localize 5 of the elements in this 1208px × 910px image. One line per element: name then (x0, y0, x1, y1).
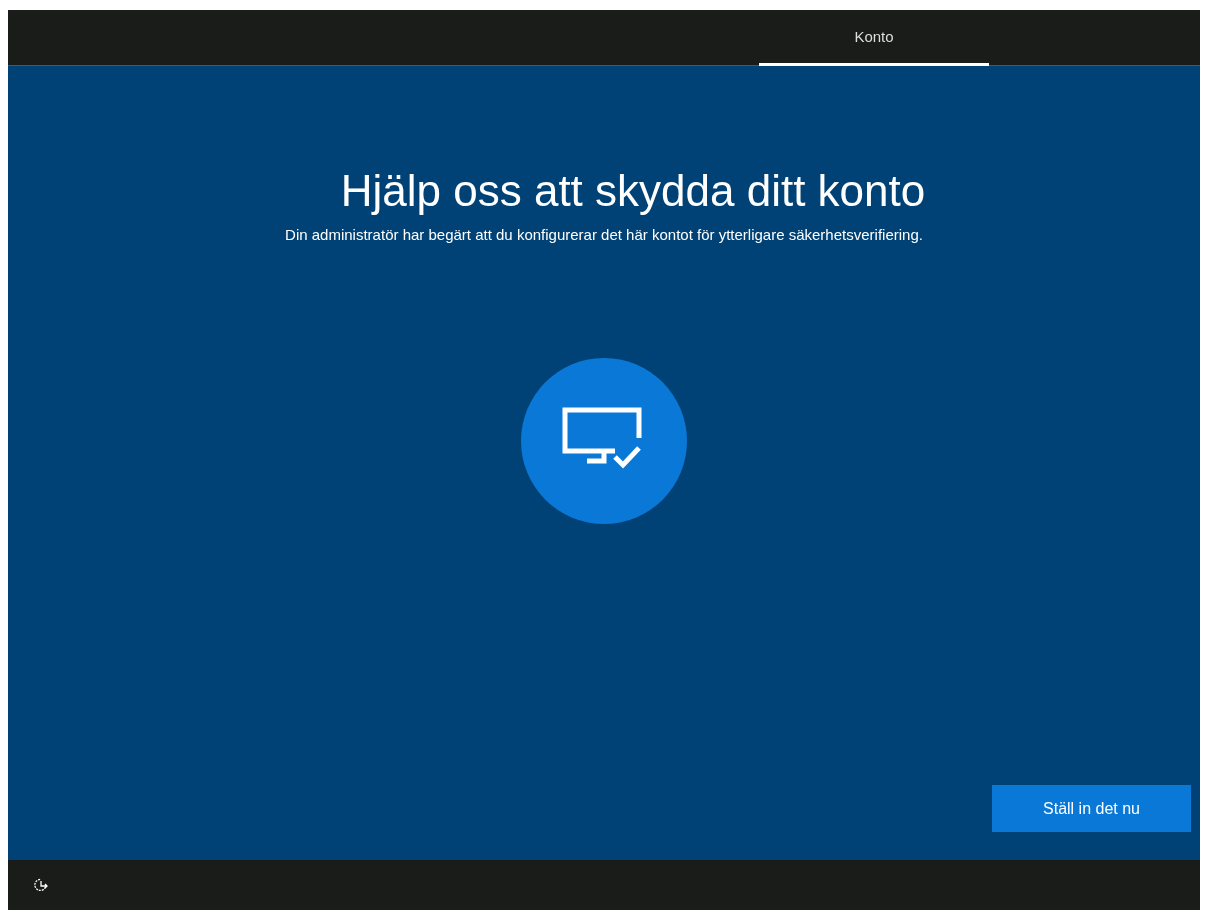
setup-now-button[interactable]: Ställ in det nu (992, 785, 1191, 832)
monitor-check-icon (521, 358, 687, 524)
accessibility-icon[interactable] (33, 877, 49, 893)
page-description: Din administratör har begärt att du konfigurerar det här kontot för ytterligare säkerhetsverifiering. (285, 226, 923, 243)
page-title: Hjälp oss att skydda ditt konto (340, 166, 926, 216)
